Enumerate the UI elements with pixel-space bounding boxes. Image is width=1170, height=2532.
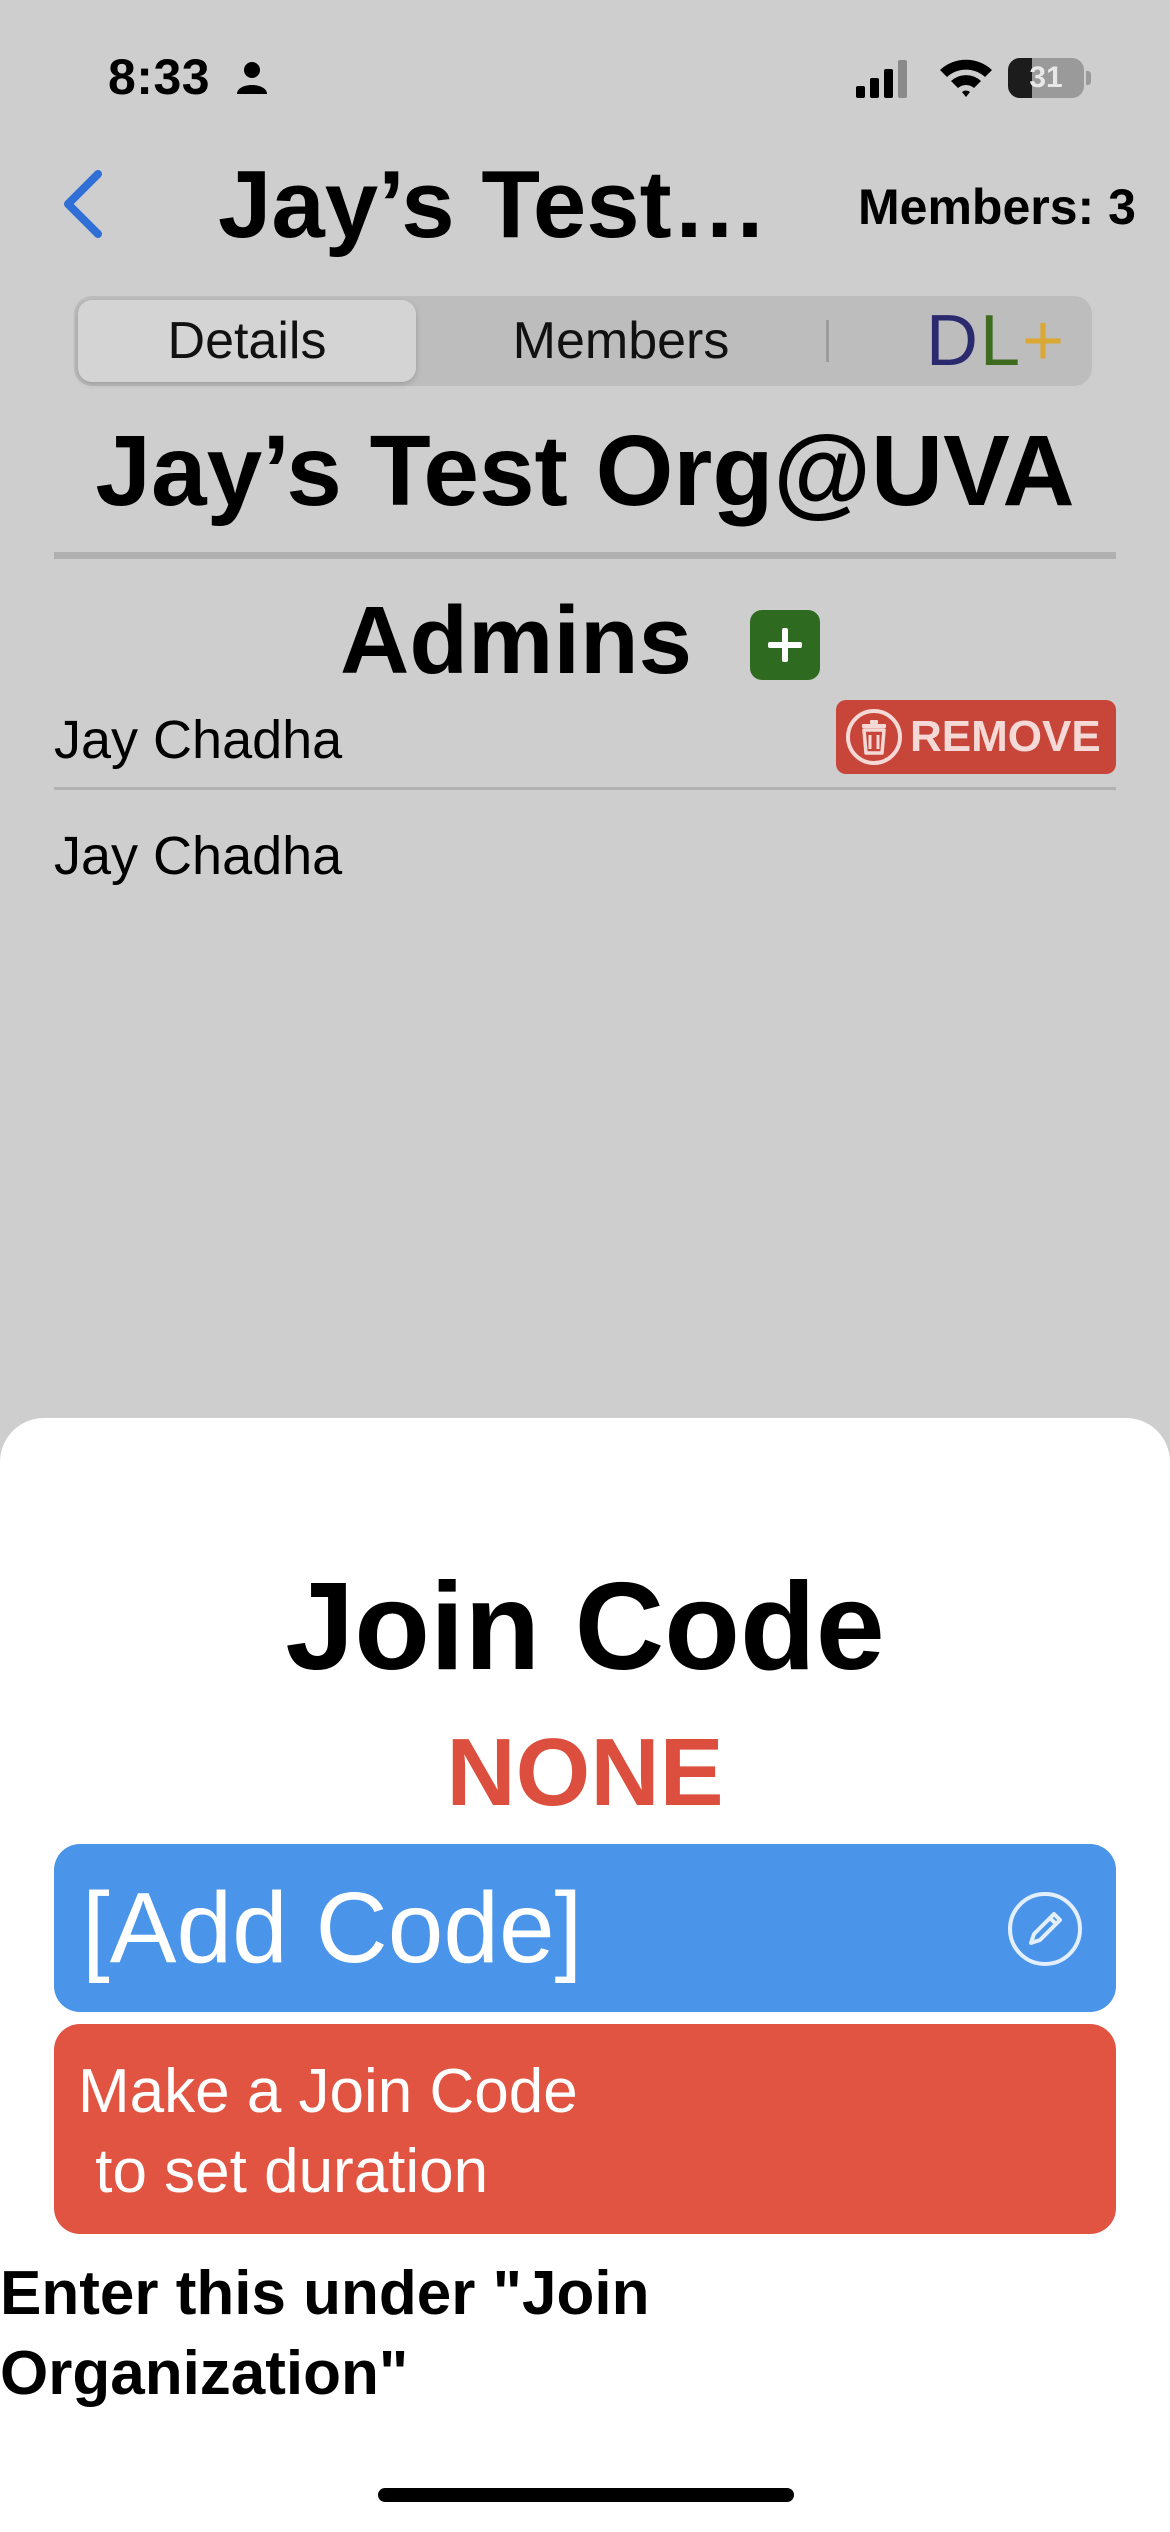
duration-notice[interactable]: Make a Join Code to set duration <box>54 2024 1116 2234</box>
tab-members[interactable]: Members <box>416 296 826 386</box>
admin-name: Jay Chadha <box>54 710 343 770</box>
home-indicator[interactable] <box>378 2488 794 2502</box>
nav-title: Jay’s Test… <box>218 151 768 258</box>
tab-dl-plus[interactable]: DL+ <box>926 304 1066 378</box>
join-code-value: NONE <box>446 1719 724 1826</box>
battery-level: 31 <box>1029 61 1063 94</box>
list-item[interactable]: Jay Chadha <box>54 806 1116 906</box>
sheet-title: Join Code <box>285 1558 885 1696</box>
person-icon <box>237 62 267 94</box>
segment-divider <box>826 320 829 362</box>
status-time: 8:33 <box>108 49 211 105</box>
add-admin-button[interactable] <box>750 610 820 680</box>
pencil-icon <box>1008 1892 1082 1966</box>
divider <box>54 552 1116 559</box>
org-name: Jay’s Test Org@UVA <box>95 415 1075 527</box>
add-code-label: [Add Code] <box>82 1872 583 1984</box>
status-bar: 8:33 31 <box>0 0 1170 150</box>
remove-label: REMOVE <box>910 712 1101 761</box>
battery-icon: 31 <box>1008 58 1091 98</box>
dl-plus-logo-l: L <box>980 301 1023 381</box>
join-hint: Enter this under "Join Organization" <box>0 2259 650 2408</box>
back-button[interactable] <box>56 168 116 240</box>
cellular-signal-icon <box>856 60 907 98</box>
admins-header: Admins <box>340 587 693 694</box>
trash-icon <box>846 709 902 765</box>
remove-button[interactable]: REMOVE <box>836 700 1116 774</box>
tab-details[interactable]: Details <box>78 300 416 382</box>
wifi-icon <box>940 59 992 97</box>
dl-plus-logo-d: D <box>926 301 980 381</box>
dl-plus-logo-plus: + <box>1022 301 1067 381</box>
admin-name: Jay Chadha <box>54 826 343 886</box>
add-code-button[interactable]: [Add Code] <box>54 1844 1116 2012</box>
members-count: Members: 3 <box>858 179 1136 235</box>
segmented-control: Details Members DL+ <box>74 296 1092 386</box>
